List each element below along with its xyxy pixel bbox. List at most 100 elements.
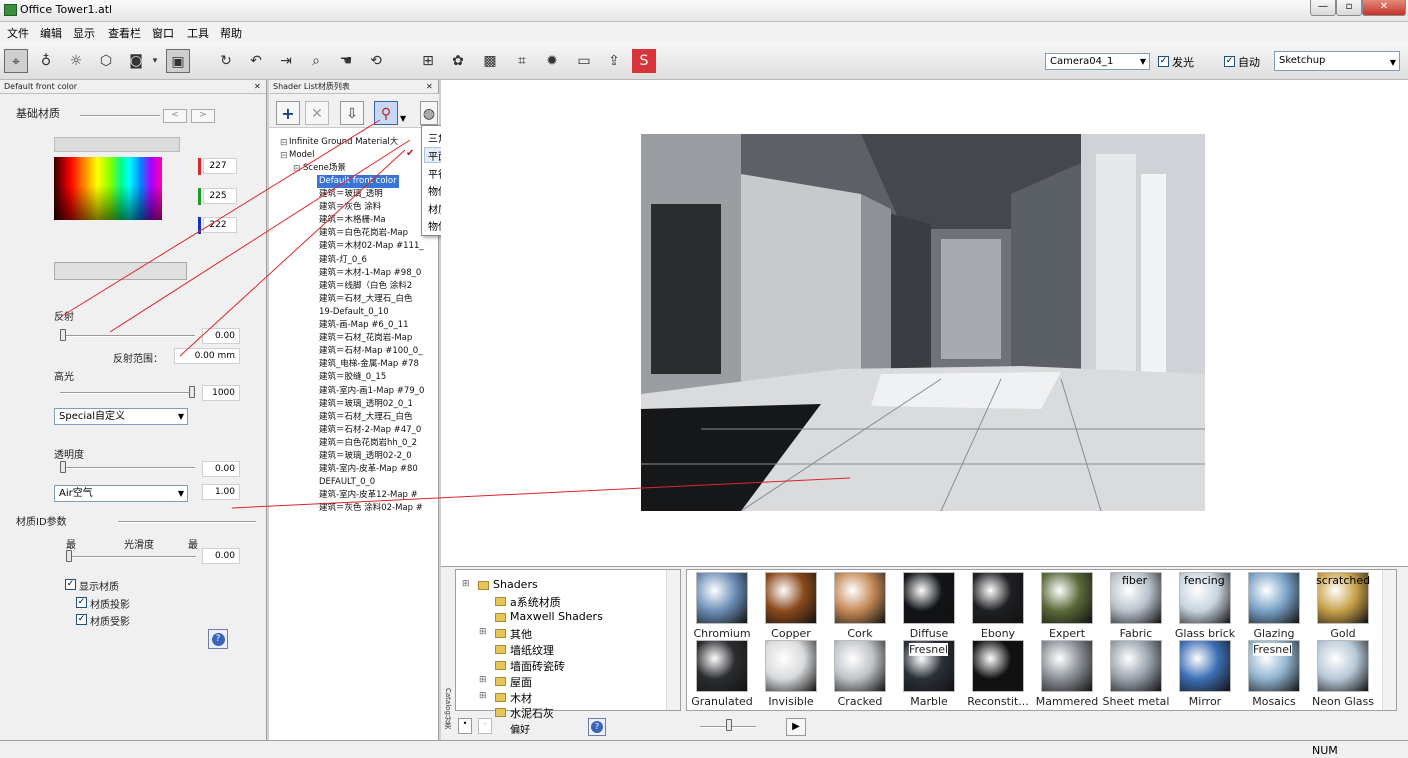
pan-icon[interactable]: ⇥ [274,49,298,73]
swatch-thumbnail[interactable] [1041,572,1093,624]
paint-icon[interactable]: ◍ [420,101,438,125]
ior-value[interactable]: 1.00 [202,484,240,500]
undo-icon[interactable]: ↶ [244,49,268,73]
tree-item[interactable]: 建筑＝木格栅-Ma [319,214,386,227]
catalog-remove-button[interactable]: - [478,718,492,734]
light-bulb-icon[interactable]: ♁ [34,49,58,73]
tree-item[interactable]: 建筑＝玻璃_透明02-2_0 [319,450,412,463]
close-icon[interactable]: ✕ [254,80,261,93]
tree-item[interactable]: 建筑＝玻璃_透明02_0_1 [319,398,413,411]
settings-gear-icon[interactable]: ✹ [540,49,564,73]
tree-item-selected[interactable]: Default front color [317,175,399,188]
tree-item[interactable]: 建筑＝胶缝_0_15 [319,371,386,384]
tree-item[interactable]: 建筑-室内-皮革12-Map # [319,489,418,502]
import-shader-icon[interactable]: ⇩ [340,101,364,125]
green-value-input[interactable]: 225 [203,188,237,204]
tree-item[interactable]: DEFAULT_0_0 [319,476,375,489]
refresh-icon[interactable]: ↻ [214,49,238,73]
tree-item[interactable]: 建筑＝白色花岗岩-Map [319,227,408,240]
red-value-input[interactable]: 227 [203,158,237,174]
tree-item[interactable]: 建筑＝玻璃_透明 [319,188,383,201]
zoom-icon[interactable]: ⌕ [304,49,328,73]
camera-select[interactable]: Camera04_1 ▼ [1045,53,1150,70]
crop-icon[interactable]: ⌗ [510,49,534,73]
medium-select[interactable]: Air空气 ▼ [54,485,188,502]
tree-expander[interactable]: ⊞ [479,675,487,685]
cast-shadow-checkbox[interactable]: ✓ [76,597,87,608]
swatch-thumbnail[interactable] [972,640,1024,692]
tree-item[interactable]: 建筑＝石材-2-Map #47_0 [319,424,421,437]
swatch-thumbnail[interactable] [1110,640,1162,692]
tree-item[interactable]: 建筑-室内-皮革-Map #80 [319,463,418,476]
tree-expander[interactable]: ⊟ [280,151,288,161]
transparency-slider-track[interactable] [60,467,195,469]
transparency-slider-thumb[interactable] [60,461,66,473]
reflection-range-value[interactable]: 0.00 mm [174,348,240,364]
minimize-button[interactable]: — [1310,0,1336,16]
menu-help[interactable]: 帮助 [220,25,242,41]
highlight-slider-thumb[interactable] [189,386,195,398]
tree-item[interactable]: 建筑＝石材_花岗岩-Map [319,332,412,345]
delete-shader-button[interactable]: ✕ [305,101,329,125]
catalog-folder[interactable]: 墙纸纹理 [510,642,554,658]
tree-item[interactable]: 建筑＝石材_大理石_白色 [319,411,413,424]
hand-icon[interactable]: ☚ [334,49,358,73]
object-icon[interactable]: ⬡ [94,49,118,73]
tree-expander[interactable]: ⊞ [462,579,470,589]
blue-value-input[interactable]: 222 [203,217,237,233]
tree-expander[interactable]: ⊟ [293,164,301,174]
close-icon[interactable]: ✕ [426,80,433,93]
reflection-slider-thumb[interactable] [60,329,66,341]
color-spectrum-picker[interactable] [54,157,162,220]
catalog-folder[interactable]: 木材 [510,690,532,706]
swatch-thumbnail[interactable] [696,572,748,624]
window-image-icon[interactable]: ▭ [572,49,596,73]
swatch-thumbnail[interactable] [696,640,748,692]
render-logo-icon[interactable]: S [632,49,656,73]
catalog-help-button[interactable]: ? [588,718,606,736]
reflection-color-swatch[interactable] [54,262,187,280]
tree-item[interactable]: 建筑＝白色花岗岩hh_0_2 [319,437,417,450]
auto-checkbox[interactable]: ✓ [1224,56,1235,67]
catalog-folder[interactable]: 屋面 [510,674,532,690]
swatch-thumbnail[interactable] [765,572,817,624]
smooth-value[interactable]: 0.00 [202,548,240,564]
pick-material-icon[interactable]: ⚲ [374,101,398,125]
camera-icon[interactable]: ◙ [124,49,148,73]
tree-item[interactable]: 建筑＝灰色 涂料 [319,201,381,214]
swatch-thumbnail[interactable] [1179,640,1231,692]
tree-item[interactable]: 建筑_电梯-金属-Map #78 [319,358,419,371]
tree-item[interactable]: 19-Default_0_10 [319,306,389,319]
orbit-icon[interactable]: ⟲ [364,49,388,73]
thumbnails-scrollbar[interactable] [1382,570,1396,710]
glow-checkbox[interactable]: ✓ [1158,56,1169,67]
swatch-thumbnail[interactable] [1248,572,1300,624]
palette-icon[interactable]: ✿ [446,49,470,73]
frame-icon[interactable]: ▣ [166,49,190,73]
swatch-thumbnail[interactable] [765,640,817,692]
render-view[interactable] [641,134,1205,511]
render-region-icon[interactable]: ⊞ [416,49,440,73]
transparency-value[interactable]: 0.00 [202,461,240,477]
swatch-thumbnail[interactable] [972,572,1024,624]
menu-view[interactable]: 显示 [73,25,95,41]
maximize-button[interactable]: ▫ [1336,0,1362,16]
catalog-folder[interactable]: Shaders [493,578,538,591]
tree-expander[interactable]: ⊞ [479,691,487,701]
tree-item[interactable]: 建筑＝石材-Map #100_0_ [319,345,422,358]
thumbnail-size-thumb[interactable] [726,719,732,731]
tree-item[interactable]: 建筑＝石材_大理石_白色 [319,293,413,306]
add-shader-button[interactable]: + [276,101,300,125]
highlight-slider-track[interactable] [60,392,195,394]
catalog-folder[interactable]: 水泥石灰 [510,705,554,721]
prev-button[interactable]: < [163,109,187,123]
swatch-thumbnail[interactable] [1041,640,1093,692]
help-button[interactable]: ? [208,629,228,649]
tree-scene[interactable]: Scene场景 [303,162,346,175]
tree-item[interactable]: 建筑-灯_0_6 [319,254,367,267]
show-material-checkbox[interactable]: ✓ [65,579,76,590]
swatch-thumbnail[interactable] [834,572,886,624]
menu-file[interactable]: 文件 [7,25,29,41]
tree-item[interactable]: 建筑-画-Map #6_0_11 [319,319,409,332]
preset-select[interactable]: Sketchup ▼ [1274,51,1400,71]
